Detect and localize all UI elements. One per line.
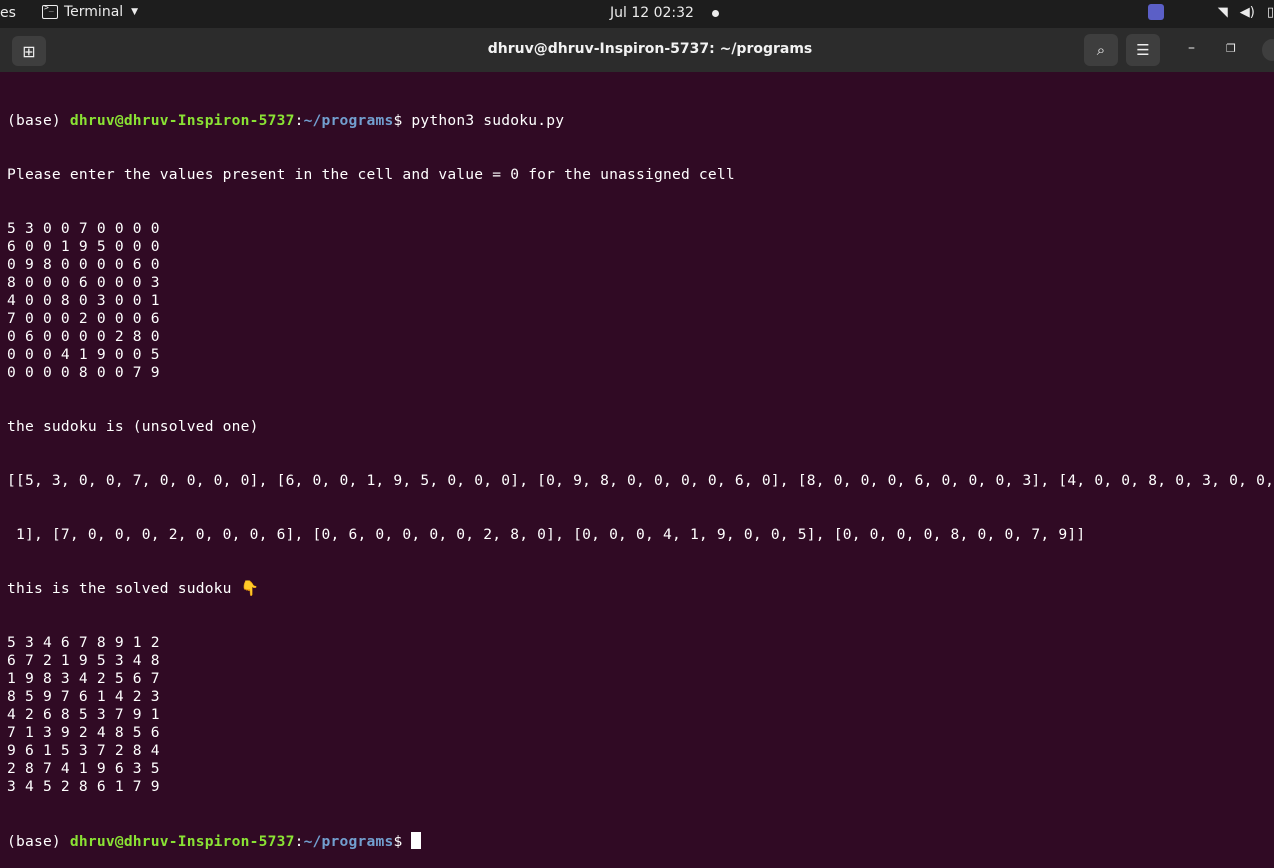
system-tray[interactable]: ◥ ◀) ▯ — [1147, 4, 1274, 20]
hamburger-menu-button[interactable]: ☰ — [1126, 34, 1160, 66]
solved-label: this is the solved sudoku 👇 — [7, 580, 260, 597]
cwd-path: ~/programs — [303, 112, 394, 129]
prompt-line: (base) dhruv@dhruv-Inspiron-5737:~/progr… — [7, 112, 565, 129]
battery-icon[interactable]: ▯ — [1267, 5, 1274, 20]
prompt-line: (base) dhruv@dhruv-Inspiron-5737:~/progr… — [7, 832, 1274, 850]
solved-row: 4 2 6 8 5 3 7 9 1 — [7, 706, 160, 723]
volume-icon[interactable]: ◀) — [1240, 5, 1255, 20]
solved-row: 5 3 4 6 7 8 9 1 2 — [7, 634, 160, 651]
input-row: 7 0 0 0 2 0 0 0 6 — [7, 310, 160, 327]
wifi-icon[interactable]: ◥ — [1218, 5, 1228, 20]
command-text: python3 sudoku.py — [411, 112, 565, 129]
minimize-button[interactable]: – — [1188, 40, 1195, 56]
input-row: 6 0 0 1 9 5 0 0 0 — [7, 238, 160, 255]
solved-row: 8 5 9 7 6 1 4 2 3 — [7, 688, 160, 705]
solved-row: 6 7 2 1 9 5 3 4 8 — [7, 652, 160, 669]
solved-grid: 5 3 4 6 7 8 9 1 26 7 2 1 9 5 3 4 81 9 8 … — [7, 634, 1274, 796]
app-name: Terminal — [64, 4, 124, 20]
input-row: 0 6 0 0 0 0 2 8 0 — [7, 328, 160, 345]
hamburger-icon: ☰ — [1136, 41, 1150, 59]
search-button[interactable]: ⌕ — [1084, 34, 1118, 66]
maximize-button[interactable]: ❐ — [1226, 42, 1236, 55]
solved-row: 3 4 5 2 8 6 1 7 9 — [7, 778, 160, 795]
solved-row: 2 8 7 4 1 9 6 3 5 — [7, 760, 160, 777]
app-menu[interactable]: Terminal ▼ — [42, 3, 139, 20]
solved-row: 7 1 3 9 2 4 8 5 6 — [7, 724, 160, 741]
solved-row: 9 6 1 5 3 7 2 8 4 — [7, 742, 160, 759]
caret-down-icon: ▼ — [131, 7, 139, 17]
teams-icon[interactable] — [1147, 4, 1164, 20]
input-row: 8 0 0 0 6 0 0 0 3 — [7, 274, 160, 291]
cwd-path: ~/programs — [303, 833, 394, 850]
top-panel: es Terminal ▼ Jul 12 02:32 ◥ ◀) ▯ — [0, 0, 1274, 28]
input-row: 4 0 0 8 0 3 0 0 1 — [7, 292, 160, 309]
input-row: 0 0 0 4 1 9 0 0 5 — [7, 346, 160, 363]
user-host: dhruv@dhruv-Inspiron-5737 — [69, 112, 295, 129]
list-output-line-2: 1], [7, 0, 0, 0, 2, 0, 0, 0, 6], [0, 6, … — [7, 526, 1086, 543]
close-button[interactable] — [1262, 39, 1274, 61]
window-title: dhruv@dhruv-Inspiron-5737: ~/programs — [487, 41, 813, 57]
input-row: 0 0 0 0 8 0 0 7 9 — [7, 364, 160, 381]
unsolved-label: the sudoku is (unsolved one) — [7, 418, 259, 435]
user-host: dhruv@dhruv-Inspiron-5737 — [69, 833, 295, 850]
input-row: 0 9 8 0 0 0 0 6 0 — [7, 256, 160, 273]
search-icon: ⌕ — [1096, 41, 1106, 59]
notification-dot-icon — [712, 9, 720, 17]
activities-button[interactable]: es — [0, 5, 16, 21]
terminal-icon — [42, 3, 58, 19]
solved-row: 1 9 8 3 4 2 5 6 7 — [7, 670, 160, 687]
text-cursor[interactable] — [411, 832, 422, 849]
window-title-bar: ⊞ dhruv@dhruv-Inspiron-5737: ~/programs … — [0, 28, 1274, 72]
terminal-output[interactable]: (base) dhruv@dhruv-Inspiron-5737:~/progr… — [7, 76, 1274, 868]
clock[interactable]: Jul 12 02:32 — [610, 5, 720, 21]
input-row: 5 3 0 0 7 0 0 0 0 — [7, 220, 160, 237]
instruction-message: Please enter the values present in the c… — [7, 166, 735, 183]
input-grid: 5 3 0 0 7 0 0 0 06 0 0 1 9 5 0 0 00 9 8 … — [7, 220, 1274, 382]
list-output-line-1: [[5, 3, 0, 0, 7, 0, 0, 0, 0], [6, 0, 0, … — [7, 472, 1274, 489]
clock-text: Jul 12 02:32 — [610, 5, 694, 21]
